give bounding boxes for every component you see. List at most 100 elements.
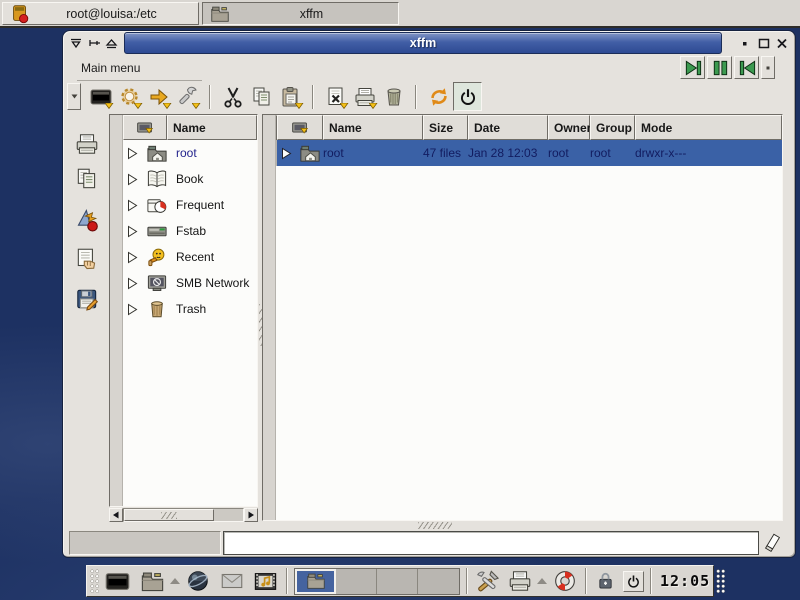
tree-row-root[interactable]: root — [110, 140, 257, 166]
shade-window-icon[interactable] — [104, 37, 119, 50]
sidebar-touch-button[interactable] — [74, 246, 101, 273]
tree-row-recent[interactable]: Recent — [110, 244, 257, 270]
files-popup-arrow-icon[interactable] — [170, 578, 180, 584]
cell-group: root — [590, 146, 635, 160]
tools-button[interactable] — [173, 82, 202, 111]
stick-window-icon[interactable] — [87, 37, 102, 50]
quit-button[interactable] — [453, 82, 482, 111]
tree-row-book[interactable]: Book — [110, 166, 257, 192]
chevron-down-icon — [134, 103, 143, 110]
panel-help-launcher[interactable] — [550, 567, 579, 596]
expander-icon[interactable] — [127, 225, 138, 238]
copy-button[interactable] — [247, 82, 276, 111]
tree-row-fstab[interactable]: Fstab — [110, 218, 257, 244]
tree-row-smb-network[interactable]: SMB Network — [110, 270, 257, 296]
sidebar-copy-button[interactable] — [74, 166, 101, 193]
panel-separator — [466, 568, 468, 594]
maximize-icon[interactable] — [756, 37, 771, 50]
panel-files-launcher[interactable] — [138, 567, 167, 596]
properties-button[interactable] — [321, 82, 350, 111]
command-entry[interactable] — [223, 531, 759, 555]
file-row-root-selected[interactable]: root 47 files Jan 28 12:03 root root drw… — [263, 140, 782, 166]
sidebar-print-button[interactable] — [74, 131, 101, 158]
paste-button[interactable] — [276, 82, 305, 111]
panel-separator — [286, 568, 288, 594]
titlebar[interactable]: xffm — [64, 32, 794, 54]
taskbar-task-xffm[interactable]: xffm — [202, 2, 399, 25]
expander-icon[interactable] — [127, 277, 138, 290]
window-menu-icon[interactable] — [69, 37, 84, 50]
panel-grip-right[interactable] — [716, 569, 725, 593]
sidebar-green-sphere-button[interactable] — [74, 366, 101, 393]
pager-desktop-4[interactable] — [418, 569, 459, 594]
scrollbar-track[interactable] — [123, 508, 244, 522]
taskbar-task-terminal[interactable]: root@louisa:/etc — [2, 2, 199, 25]
panel-browser-launcher[interactable] — [183, 567, 212, 596]
run-icon — [74, 206, 101, 233]
panel-media-launcher[interactable] — [251, 567, 280, 596]
folder-icon — [209, 3, 231, 25]
expander-icon[interactable] — [127, 199, 138, 212]
titlebar-left-buttons — [64, 32, 124, 54]
nav-extra-button[interactable] — [761, 56, 775, 79]
cut-button[interactable] — [218, 82, 247, 111]
settings-button[interactable] — [115, 82, 144, 111]
panel-terminal-launcher[interactable] — [103, 567, 132, 596]
expander-icon[interactable] — [127, 147, 138, 160]
panel-quit-button[interactable] — [623, 571, 644, 592]
sidebar-save-button[interactable] — [74, 286, 101, 313]
panel-mail-launcher[interactable] — [217, 567, 246, 596]
panel-settings-launcher[interactable] — [474, 567, 503, 596]
panel-print-launcher[interactable] — [505, 567, 534, 596]
pause-button[interactable] — [707, 56, 732, 79]
column-date[interactable]: Date — [468, 115, 548, 140]
expander-icon[interactable] — [127, 303, 138, 316]
reload-button[interactable] — [424, 82, 453, 111]
expander-icon[interactable] — [281, 147, 292, 160]
column-group[interactable]: Group — [590, 115, 635, 140]
column-size[interactable]: Size — [423, 115, 468, 140]
main-menu-item[interactable]: Main menu — [77, 58, 202, 81]
home-folder-icon — [298, 142, 322, 165]
toolbar-detach-button[interactable] — [67, 83, 81, 110]
goto-button[interactable] — [144, 82, 173, 111]
progress-area — [69, 531, 221, 555]
life-buoy-icon — [552, 568, 578, 594]
column-owner[interactable]: Owner — [548, 115, 590, 140]
go-back-button[interactable] — [734, 56, 759, 79]
sidebar-red-sphere-button[interactable] — [74, 326, 101, 353]
column-mode[interactable]: Mode — [635, 115, 782, 140]
expander-icon[interactable] — [127, 173, 138, 186]
expander-icon[interactable] — [127, 251, 138, 264]
pager-desktop-2[interactable] — [336, 569, 377, 594]
scroll-right-button[interactable] — [244, 508, 258, 522]
tree-row-frequent[interactable]: Frequent — [110, 192, 257, 218]
pager-desktop-1[interactable] — [295, 569, 336, 594]
panel-lock-button[interactable] — [593, 567, 617, 596]
desktop: root@louisa:/etc xffm xffm — [0, 0, 800, 600]
cell-name: root — [323, 146, 423, 160]
close-icon[interactable] — [774, 37, 789, 50]
trash-button[interactable] — [379, 82, 408, 111]
print-button[interactable] — [350, 82, 379, 111]
column-name[interactable]: Name — [323, 115, 423, 140]
xffm-window: xffm Main menu — [62, 30, 796, 558]
sidebar-run-button[interactable] — [74, 206, 101, 233]
tree-row-trash[interactable]: Trash — [110, 296, 257, 322]
clear-entry-button[interactable] — [762, 532, 784, 557]
status-splitter[interactable] — [418, 522, 452, 529]
terminal-button[interactable] — [86, 82, 115, 111]
panel-grip-left[interactable] — [90, 569, 99, 593]
tree-header-icon-cell[interactable] — [123, 115, 167, 140]
scrollbar-thumb[interactable] — [124, 509, 214, 521]
minimize-icon[interactable] — [738, 37, 753, 50]
terminal-icon — [104, 568, 131, 595]
panel-clock[interactable]: 12:05 — [660, 572, 710, 590]
pager-desktop-3[interactable] — [377, 569, 418, 594]
go-forward-button[interactable] — [680, 56, 705, 79]
tree-header-name[interactable]: Name — [167, 115, 257, 140]
tree-horizontal-scrollbar — [109, 508, 258, 522]
print-popup-arrow-icon[interactable] — [537, 578, 547, 584]
scroll-left-button[interactable] — [109, 508, 123, 522]
file-header-icon-cell[interactable] — [277, 115, 323, 140]
